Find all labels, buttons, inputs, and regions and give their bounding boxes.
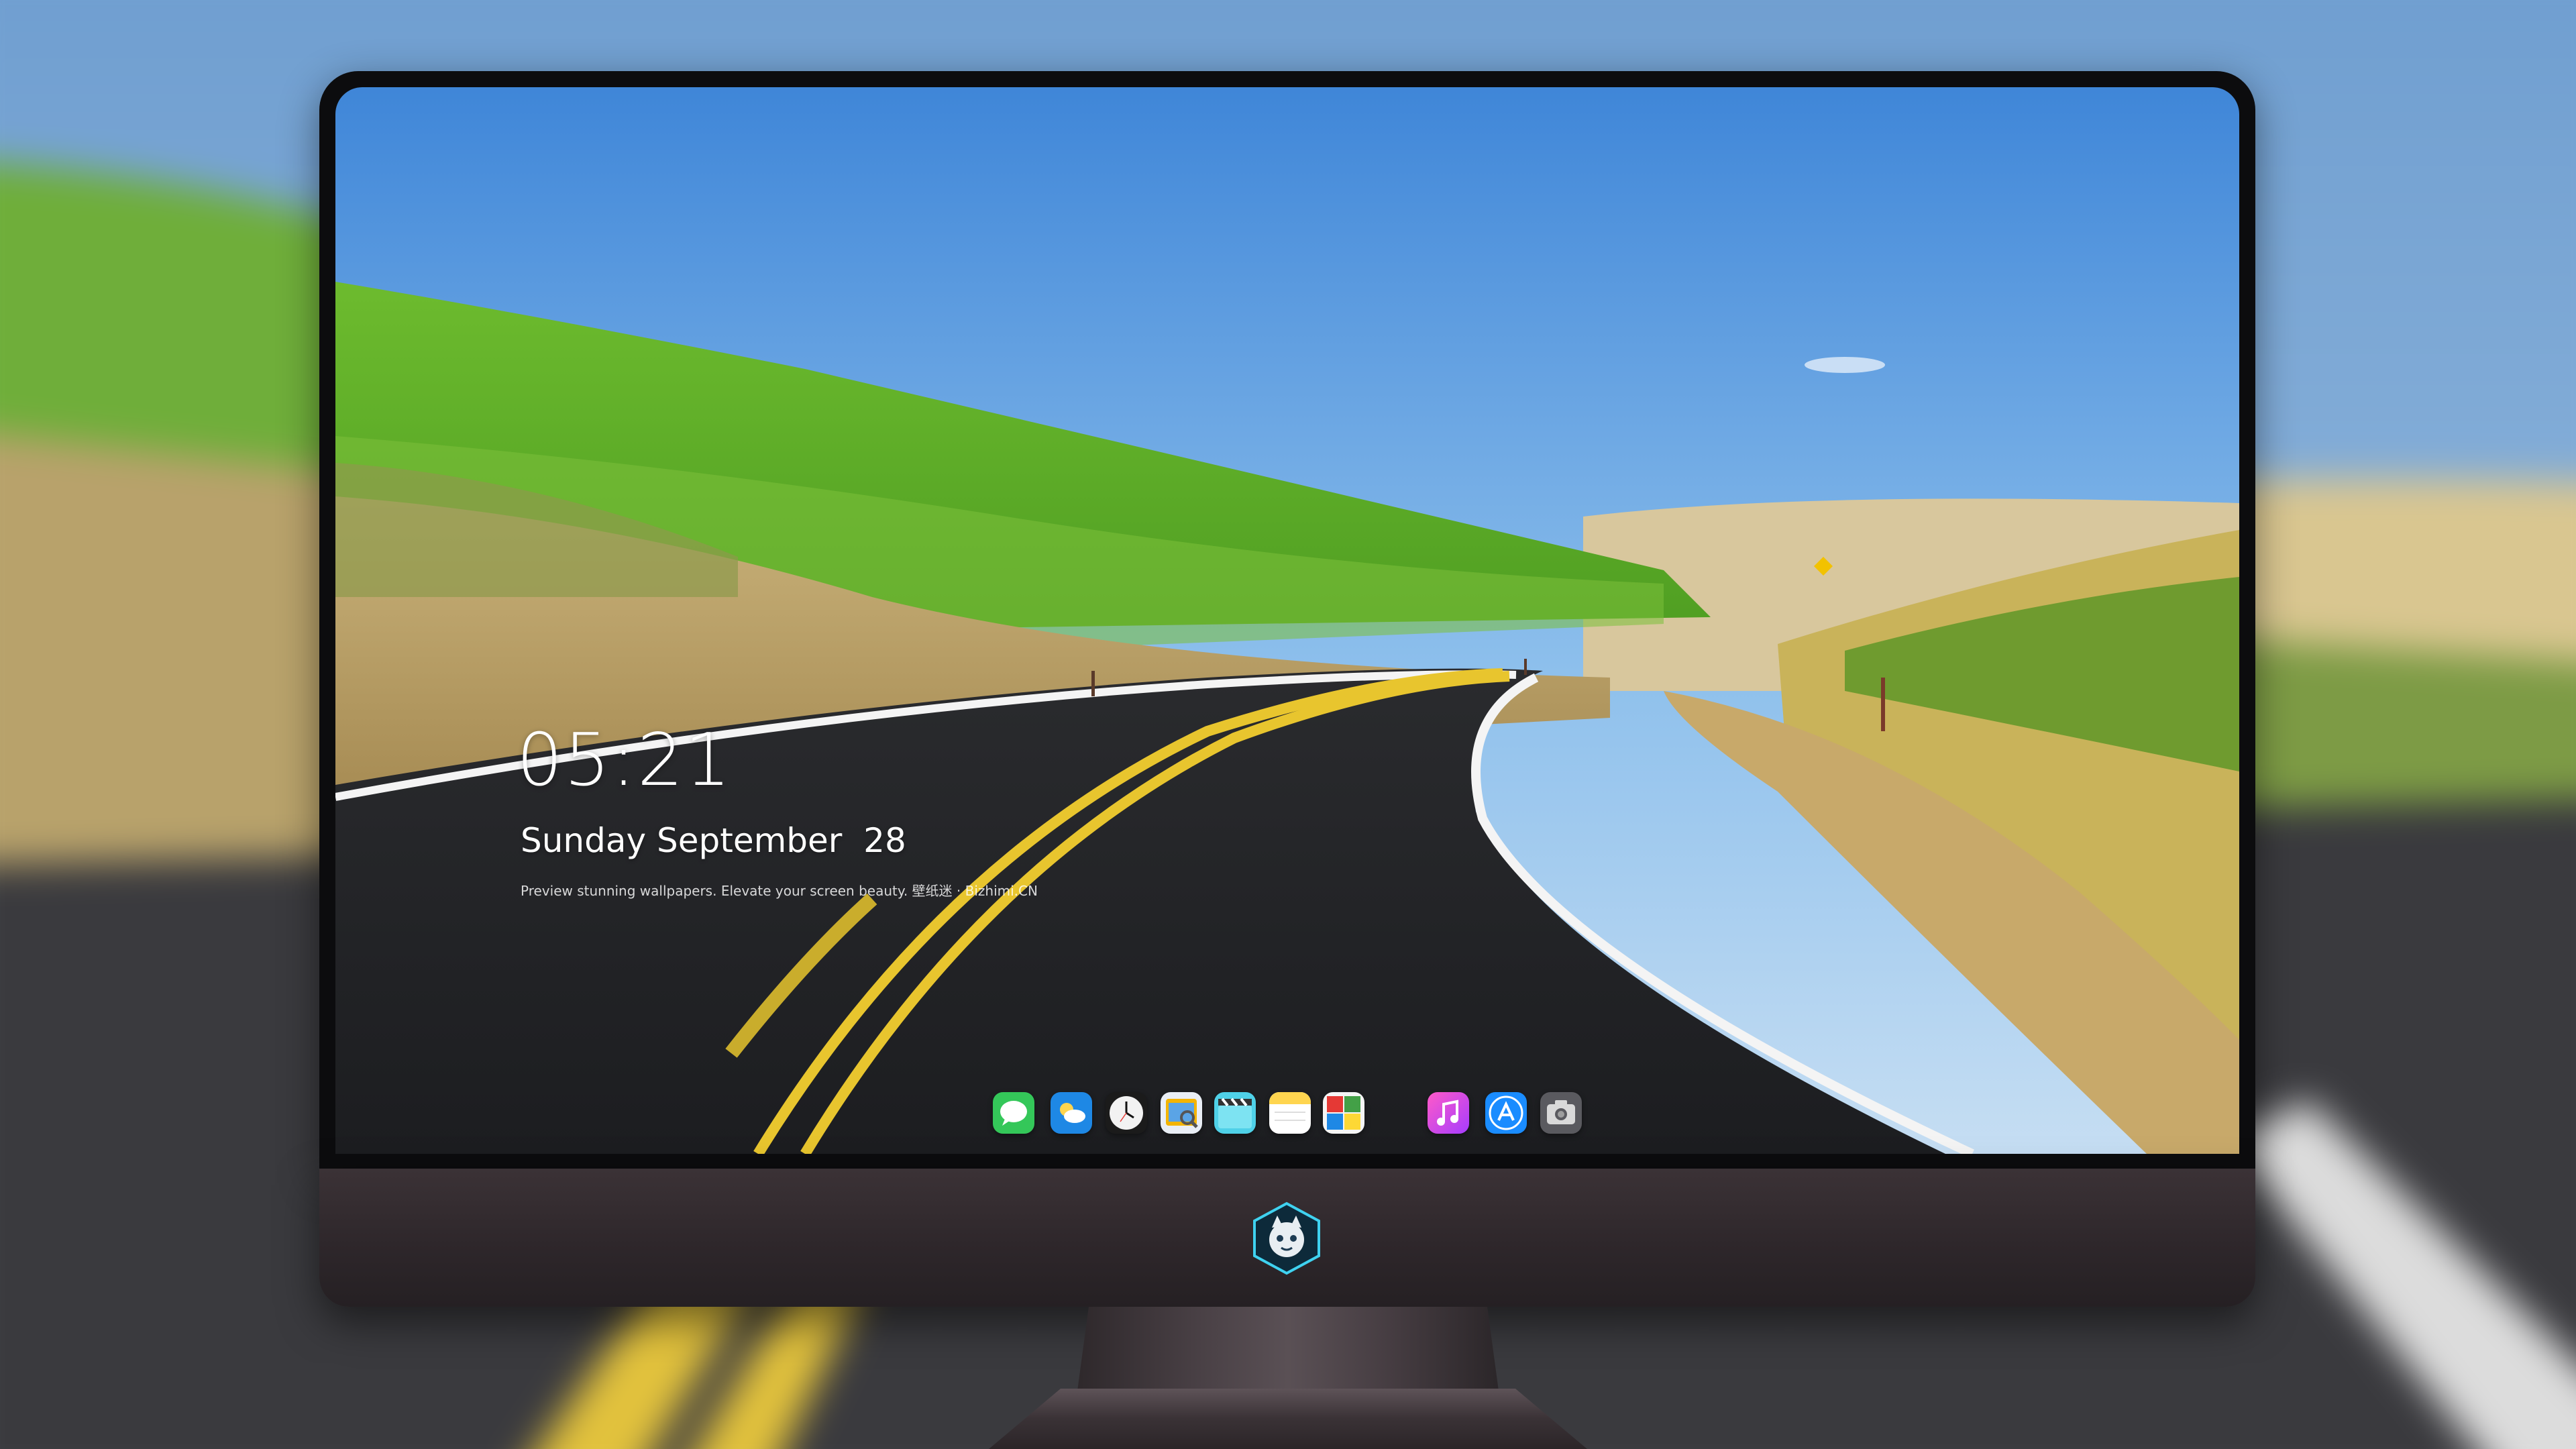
desktop-stage: 05:21 Sunday September 28 Preview stunni… <box>0 0 2576 1449</box>
monitor-stand-base <box>989 1389 1587 1449</box>
messages-icon[interactable] <box>993 1092 1034 1134</box>
notes-icon[interactable] <box>1269 1092 1311 1134</box>
lock-screen-tagline: Preview stunning wallpapers. Elevate you… <box>521 883 1038 899</box>
itunes-icon[interactable] <box>1428 1092 1469 1134</box>
preview-icon[interactable] <box>1161 1092 1202 1134</box>
weather-icon[interactable] <box>1051 1092 1092 1134</box>
clock-icon[interactable] <box>1106 1092 1147 1134</box>
photo-booth-icon[interactable] <box>1323 1092 1364 1134</box>
road-wallpaper <box>335 87 2239 1154</box>
app-store-icon[interactable] <box>1485 1092 1527 1134</box>
screenshot-icon[interactable] <box>1540 1092 1582 1134</box>
monitor-screen <box>335 87 2239 1154</box>
clips-icon[interactable] <box>1214 1092 1256 1134</box>
mascot-logo-icon <box>1249 1201 1324 1276</box>
lock-screen-time: 05:21 <box>517 718 733 802</box>
monitor-stand-neck <box>1076 1307 1500 1401</box>
lock-screen-date: Sunday September 28 <box>521 821 906 860</box>
